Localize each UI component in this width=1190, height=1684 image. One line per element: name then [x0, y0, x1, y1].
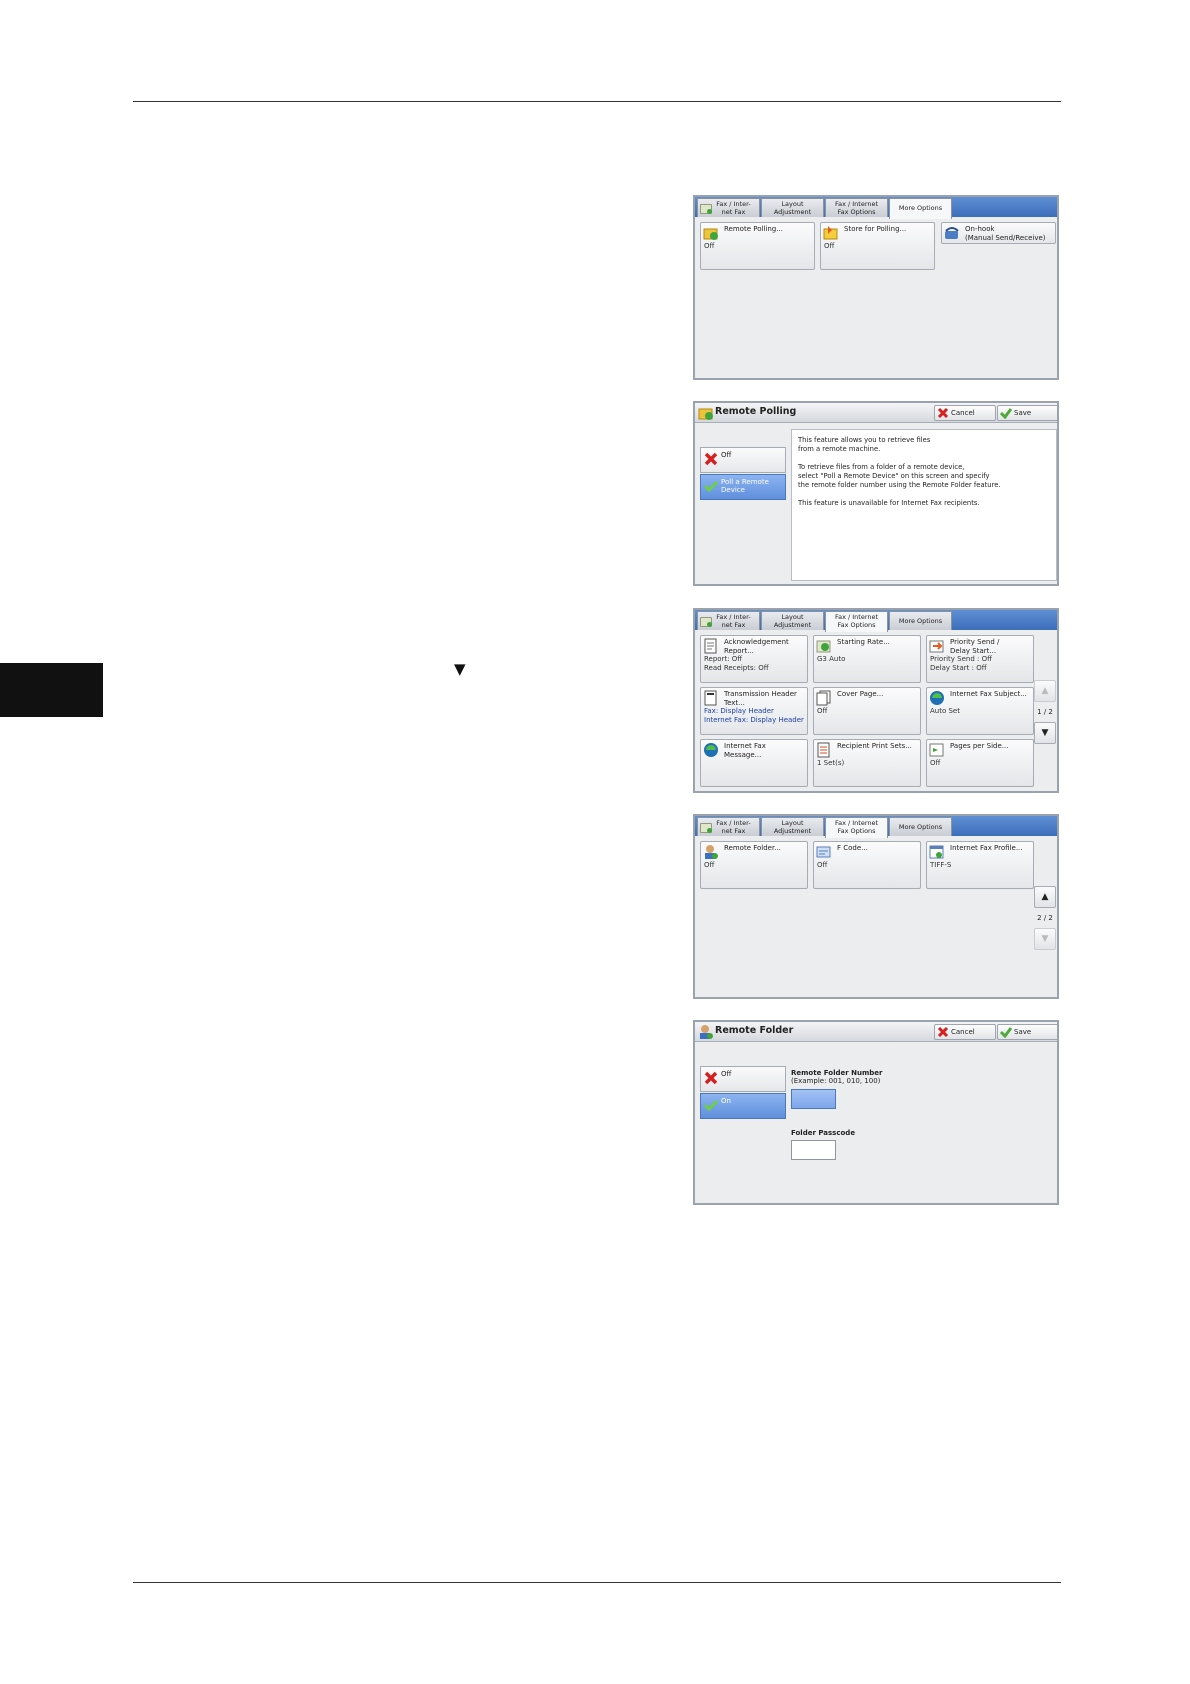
remote-polling-icon [698, 408, 713, 420]
store-for-polling-button[interactable]: Store for Polling... Off [820, 222, 935, 270]
more-options-screen: Fax / Inter-net Fax Layout Adjustment Fax… [693, 195, 1059, 380]
scroll-down-button[interactable]: ▼ [1034, 928, 1056, 950]
page-indicator: 1 / 2 [1037, 708, 1053, 716]
internet-fax-profile-button[interactable]: Internet Fax Profile... TIFF-S [926, 841, 1034, 889]
option-off[interactable]: Off [700, 447, 786, 473]
priority-send-icon [929, 640, 944, 653]
header-text-icon [704, 690, 717, 706]
tab-more-options[interactable]: More Options [889, 817, 952, 836]
description-box: This feature allows you to retrieve file… [791, 429, 1057, 581]
save-button[interactable]: Save [997, 405, 1057, 421]
internet-fax-icon [930, 691, 944, 705]
fax-profile-icon [929, 845, 944, 859]
page-indicator: 2 / 2 [1037, 914, 1053, 922]
save-check-icon [1000, 408, 1012, 419]
tab-layout-adjustment[interactable]: Layout Adjustment [761, 198, 824, 217]
remote-folder-icon [700, 1025, 713, 1039]
cover-page-icon [816, 690, 831, 706]
tab-layout-adjustment[interactable]: Layout Adjustment [761, 817, 824, 836]
remote-folder-button[interactable]: Remote Folder... Off [700, 841, 808, 889]
print-sets-icon [817, 742, 830, 758]
off-x-icon [704, 452, 718, 466]
pages-per-side-icon [929, 743, 944, 757]
check-icon [704, 1099, 718, 1112]
off-x-icon [704, 1071, 718, 1085]
cancel-button[interactable]: Cancel [934, 405, 996, 421]
f-code-button[interactable]: F Code... Off [813, 841, 921, 889]
tab-fax-options[interactable]: Fax / Internet Fax Options [825, 198, 888, 217]
fax-tab-icon [700, 823, 712, 833]
fax-tab-icon [700, 617, 712, 627]
tab-fax-internet-fax[interactable]: Fax / Inter-net Fax [697, 198, 760, 217]
footer-rule [133, 1582, 1061, 1583]
transmission-header-button[interactable]: Transmission Header Text... Fax: Display … [700, 687, 808, 735]
remote-polling-dialog: Remote Polling Cancel Save Off Poll a Re… [693, 401, 1059, 586]
option-on[interactable]: On [700, 1093, 786, 1119]
tab-fax-options[interactable]: Fax / Internet Fax Options [825, 817, 888, 838]
check-icon [704, 480, 718, 493]
fax-tab-icon [700, 204, 712, 214]
fax-options-screen-page-2: Fax / Inter-net Fax Layout Adjustment Fax… [693, 814, 1059, 999]
option-poll-remote-device[interactable]: Poll a Remote Device [700, 474, 786, 500]
folder-passcode-input[interactable] [791, 1140, 836, 1160]
remote-folder-dialog: Remote Folder Cancel Save Off On Remote … [693, 1020, 1059, 1205]
internet-fax-icon [704, 743, 718, 757]
cancel-button[interactable]: Cancel [934, 1024, 996, 1040]
tab-fax-internet-fax[interactable]: Fax / Inter-net Fax [697, 611, 760, 630]
remote-polling-icon [703, 228, 718, 240]
save-check-icon [1000, 1027, 1012, 1038]
scroll-down-marker-icon: ▼ [454, 660, 466, 678]
scroll-down-button[interactable]: ▼ [1034, 722, 1056, 744]
tab-bar: Fax / Inter-net Fax Layout Adjustment Fax… [697, 611, 952, 632]
cancel-x-icon [937, 1026, 949, 1038]
tab-more-options[interactable]: More Options [889, 198, 952, 219]
starting-rate-button[interactable]: Starting Rate... G3 Auto [813, 635, 921, 683]
remote-polling-button[interactable]: Remote Polling... Off [700, 222, 815, 270]
store-for-polling-icon [823, 226, 838, 240]
onhook-button[interactable]: On-hook (Manual Send/Receive) [941, 222, 1056, 244]
option-off[interactable]: Off [700, 1066, 786, 1092]
tab-layout-adjustment[interactable]: Layout Adjustment [761, 611, 824, 630]
cancel-x-icon [937, 407, 949, 419]
cover-page-button[interactable]: Cover Page... Off [813, 687, 921, 735]
scroll-up-button[interactable]: ▲ [1034, 886, 1056, 908]
telephone-icon [945, 227, 959, 239]
starting-rate-icon [816, 640, 831, 653]
priority-send-button[interactable]: Priority Send / Delay Start... Priority S… [926, 635, 1034, 683]
tab-more-options[interactable]: More Options [889, 611, 952, 630]
internet-fax-subject-button[interactable]: Internet Fax Subject... Auto Set [926, 687, 1034, 735]
tab-bar: Fax / Inter-net Fax Layout Adjustment Fax… [697, 817, 952, 838]
tab-bar: Fax / Inter-net Fax Layout Adjustment Fax… [697, 198, 952, 219]
f-code-icon [816, 846, 831, 858]
remote-folder-number-input[interactable] [791, 1089, 836, 1109]
pages-per-side-button[interactable]: Pages per Side... Off [926, 739, 1034, 787]
tab-fax-internet-fax[interactable]: Fax / Inter-net Fax [697, 817, 760, 836]
dialog-title: Remote Folder [715, 1025, 794, 1036]
header-rule [133, 101, 1061, 102]
acknowledgement-report-button[interactable]: Acknowledgement Report... Report: Off Rea… [700, 635, 808, 683]
internet-fax-message-button[interactable]: Internet Fax Message... [700, 739, 808, 787]
save-button[interactable]: Save [997, 1024, 1057, 1040]
recipient-print-sets-button[interactable]: Recipient Print Sets... 1 Set(s) [813, 739, 921, 787]
remote-folder-icon [705, 845, 718, 859]
scroll-up-button[interactable]: ▲ [1034, 680, 1056, 702]
folder-passcode-label: Folder Passcode [791, 1129, 856, 1137]
fax-options-screen-page-1: Fax / Inter-net Fax Layout Adjustment Fax… [693, 608, 1059, 793]
dialog-title: Remote Polling [715, 406, 797, 417]
chapter-tab [0, 663, 103, 717]
remote-folder-number-label: Remote Folder Number (Example: 001, 010,… [791, 1069, 883, 1085]
report-icon [704, 638, 717, 654]
tab-fax-options[interactable]: Fax / Internet Fax Options [825, 611, 888, 632]
